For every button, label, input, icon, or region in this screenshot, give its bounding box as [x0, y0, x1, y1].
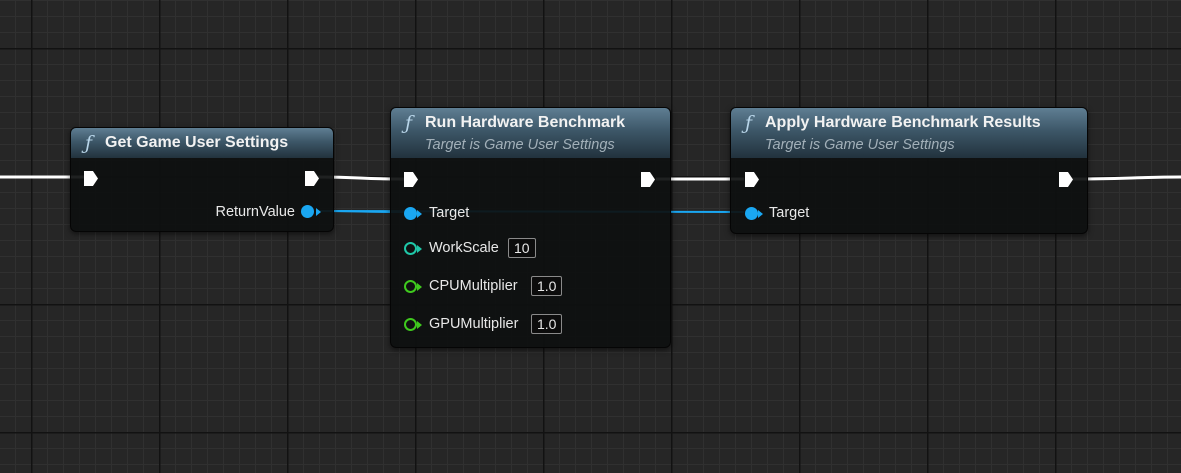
node-title: Run Hardware Benchmark: [425, 114, 626, 131]
node-subtitle: Target is Game User Settings: [425, 137, 615, 153]
exec-wire-exit[interactable]: [1071, 175, 1181, 181]
return-value-pin-arrow: [316, 208, 321, 216]
exec-input-pin[interactable]: [84, 171, 98, 186]
target-pin-arrow: [758, 210, 763, 218]
work-scale-input[interactable]: 10: [508, 238, 536, 258]
target-label: Target: [769, 205, 810, 221]
node-header: ƒ Run Hardware Benchmark Target is Game …: [391, 108, 670, 158]
gpu-multiplier-pin-arrow: [417, 321, 422, 329]
return-value-label: ReturnValue: [215, 204, 295, 220]
blueprint-graph-canvas[interactable]: ƒ Get Game User Settings ReturnValue ƒ R…: [0, 0, 1181, 473]
target-pin-arrow: [417, 210, 422, 218]
node-title: Apply Hardware Benchmark Results: [765, 114, 1041, 131]
target-label: Target: [429, 205, 470, 221]
gpu-multiplier-pin[interactable]: [404, 318, 417, 331]
node-title: Get Game User Settings: [105, 134, 289, 151]
exec-output-pin[interactable]: [305, 171, 319, 186]
work-scale-pin-arrow: [417, 245, 422, 253]
exec-input-pin[interactable]: [404, 172, 418, 187]
function-icon: ƒ: [85, 132, 93, 154]
node-header: ƒ Get Game User Settings: [71, 128, 333, 158]
node-apply-hardware-benchmark-results[interactable]: ƒ Apply Hardware Benchmark Results Targe…: [730, 107, 1088, 234]
function-icon: ƒ: [405, 112, 413, 134]
node-subtitle: Target is Game User Settings: [765, 137, 955, 153]
cpu-multiplier-label: CPUMultiplier: [429, 278, 518, 294]
gpu-multiplier-input[interactable]: 1.0: [531, 314, 563, 334]
exec-output-pin[interactable]: [641, 172, 655, 187]
exec-input-pin[interactable]: [745, 172, 759, 187]
gpu-multiplier-label: GPUMultiplier: [429, 316, 519, 332]
node-header: ƒ Apply Hardware Benchmark Results Targe…: [731, 108, 1087, 158]
work-scale-label: WorkScale: [429, 240, 499, 256]
node-get-game-user-settings[interactable]: ƒ Get Game User Settings ReturnValue: [70, 127, 334, 232]
cpu-multiplier-pin[interactable]: [404, 280, 417, 293]
cpu-multiplier-input[interactable]: 1.0: [531, 276, 563, 296]
work-scale-pin[interactable]: [404, 242, 417, 255]
target-pin[interactable]: [404, 207, 417, 220]
target-pin[interactable]: [745, 207, 758, 220]
function-icon: ƒ: [745, 112, 753, 134]
node-run-hardware-benchmark[interactable]: ƒ Run Hardware Benchmark Target is Game …: [390, 107, 671, 348]
cpu-multiplier-pin-arrow: [417, 283, 422, 291]
exec-output-pin[interactable]: [1059, 172, 1073, 187]
return-value-pin[interactable]: [301, 205, 314, 218]
